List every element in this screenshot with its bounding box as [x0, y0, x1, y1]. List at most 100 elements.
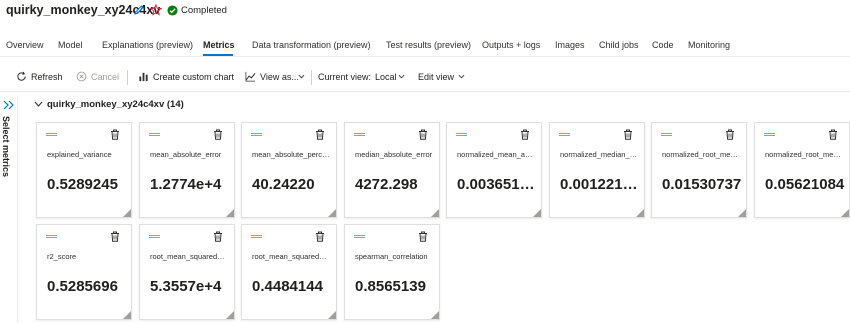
metric-card[interactable]: median_absolute_error 4272.298	[344, 122, 440, 218]
status-text: Completed	[181, 5, 227, 16]
cancel-button[interactable]: Cancel	[91, 72, 119, 82]
trash-icon[interactable]	[213, 231, 223, 242]
metric-name: median_absolute_error	[355, 150, 433, 159]
select-metrics-panel[interactable]: Select metrics	[0, 96, 18, 323]
resize-handle[interactable]	[328, 209, 336, 217]
drag-handle-icon[interactable]	[251, 235, 262, 238]
metric-value: 5.3557e+4	[150, 278, 222, 295]
refresh-icon[interactable]	[16, 71, 27, 82]
toolbar-divider	[127, 70, 128, 85]
refresh-button[interactable]: Refresh	[31, 72, 63, 82]
trash-icon[interactable]	[213, 129, 223, 140]
metric-card[interactable]: normalized_median_a... 0.0012210...	[549, 122, 645, 218]
select-metrics-label[interactable]: Select metrics	[1, 116, 11, 177]
trash-icon[interactable]	[828, 129, 838, 140]
tab-explanations[interactable]: Explanations (preview)	[102, 40, 193, 50]
resize-handle[interactable]	[226, 209, 234, 217]
resize-handle[interactable]	[123, 311, 131, 319]
drag-handle-icon[interactable]	[149, 235, 160, 238]
tab-overview[interactable]: Overview	[6, 40, 44, 50]
resize-handle[interactable]	[533, 209, 541, 217]
metric-value: 40.24220	[252, 176, 315, 193]
metric-card[interactable]: root_mean_squared_er... 5.3557e+4	[139, 224, 235, 320]
trash-icon[interactable]	[623, 129, 633, 140]
resize-handle[interactable]	[636, 209, 644, 217]
double-chevron-right-icon[interactable]	[3, 100, 15, 110]
tab-metrics[interactable]: Metrics	[203, 40, 235, 50]
drag-handle-icon[interactable]	[661, 133, 672, 136]
tab-child-jobs[interactable]: Child jobs	[599, 40, 639, 50]
edit-view-dropdown[interactable]: Edit view	[418, 72, 454, 82]
drag-handle-icon[interactable]	[354, 133, 365, 136]
tab-code[interactable]: Code	[652, 40, 674, 50]
metric-value: 0.4484144	[252, 278, 323, 295]
metric-card[interactable]: mean_absolute_error 1.2774e+4	[139, 122, 235, 218]
tab-monitoring[interactable]: Monitoring	[688, 40, 730, 50]
drag-handle-icon[interactable]	[46, 235, 57, 238]
active-tab-indicator	[203, 54, 233, 56]
metric-value: 0.5285696	[47, 278, 118, 295]
chevron-down-icon	[458, 74, 465, 79]
metric-card[interactable]: r2_score 0.5285696	[36, 224, 132, 320]
drag-handle-icon[interactable]	[559, 133, 570, 136]
metric-value: 0.0036510...	[457, 176, 537, 193]
create-custom-chart-button[interactable]: Create custom chart	[153, 72, 234, 82]
metric-name: normalized_root_mea...	[662, 150, 740, 159]
trash-icon[interactable]	[110, 129, 120, 140]
drag-handle-icon[interactable]	[46, 133, 57, 136]
metric-value: 0.5289245	[47, 176, 118, 193]
metric-name: root_mean_squared_er...	[150, 252, 228, 261]
section-title: quirky_monkey_xy24c4xv (14)	[47, 99, 184, 110]
metric-name: normalized_root_mea...	[765, 150, 843, 159]
metric-value: 0.05621084	[765, 176, 845, 193]
resize-handle[interactable]	[328, 311, 336, 319]
metric-value: 0.01530737	[662, 176, 742, 193]
metric-name: mean_absolute_perce...	[252, 150, 330, 159]
resize-handle[interactable]	[123, 209, 131, 217]
star-icon[interactable]	[150, 4, 162, 16]
view-as-dropdown[interactable]: View as...	[260, 72, 299, 82]
pencil-icon[interactable]	[133, 4, 145, 16]
tab-outputs-logs[interactable]: Outputs + logs	[482, 40, 540, 50]
tab-data-transformation[interactable]: Data transformation (preview)	[252, 40, 371, 50]
drag-handle-icon[interactable]	[149, 133, 160, 136]
metric-card[interactable]: explained_variance 0.5289245	[36, 122, 132, 218]
trash-icon[interactable]	[315, 129, 325, 140]
resize-handle[interactable]	[431, 311, 439, 319]
chevron-down-icon	[298, 74, 305, 79]
tab-test-results[interactable]: Test results (preview)	[386, 40, 471, 50]
drag-handle-icon[interactable]	[354, 235, 365, 238]
tab-model[interactable]: Model	[58, 40, 83, 50]
resize-handle[interactable]	[431, 209, 439, 217]
metric-card[interactable]: normalized_root_mea... 0.01530737	[651, 122, 747, 218]
resize-handle[interactable]	[841, 209, 849, 217]
check-circle-icon	[167, 5, 178, 16]
trash-icon[interactable]	[110, 231, 120, 242]
trash-icon[interactable]	[520, 129, 530, 140]
metric-name: normalized_mean_abs...	[457, 150, 535, 159]
trash-icon[interactable]	[418, 231, 428, 242]
drag-handle-icon[interactable]	[764, 133, 775, 136]
trash-icon[interactable]	[725, 129, 735, 140]
current-view-dropdown[interactable]: Local	[375, 72, 397, 82]
resize-handle[interactable]	[226, 311, 234, 319]
metric-value: 0.8565139	[355, 278, 426, 295]
chevron-down-icon	[398, 74, 405, 79]
tab-images[interactable]: Images	[555, 40, 585, 50]
resize-handle[interactable]	[738, 209, 746, 217]
bar-chart-icon[interactable]	[138, 71, 149, 82]
metric-card[interactable]: normalized_root_mea... 0.05621084	[754, 122, 850, 218]
metric-card[interactable]: spearman_correlation 0.8565139	[344, 224, 440, 320]
trash-icon[interactable]	[315, 231, 325, 242]
toolbar: Refresh Cancel Create custom chart View …	[0, 64, 850, 92]
toolbar-divider	[311, 70, 312, 85]
metric-card[interactable]: root_mean_squared_lo... 0.4484144	[241, 224, 337, 320]
line-chart-icon[interactable]	[245, 71, 256, 82]
metric-card[interactable]: normalized_mean_abs... 0.0036510...	[446, 122, 542, 218]
trash-icon[interactable]	[418, 129, 428, 140]
drag-handle-icon[interactable]	[251, 133, 262, 136]
current-view-label: Current view:	[318, 72, 372, 82]
drag-handle-icon[interactable]	[456, 133, 467, 136]
metric-card[interactable]: mean_absolute_perce... 40.24220	[241, 122, 337, 218]
chevron-down-icon[interactable]	[34, 101, 43, 107]
